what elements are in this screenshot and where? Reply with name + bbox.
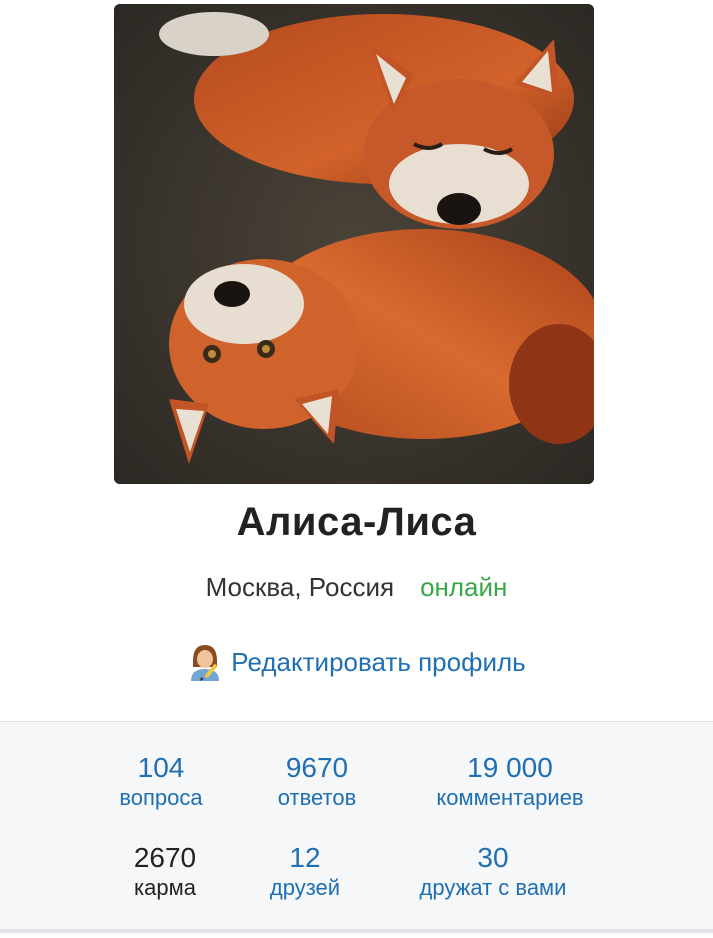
edit-profile-label: Редактировать профиль <box>231 646 526 677</box>
stat-questions[interactable]: 104 вопроса <box>108 752 214 812</box>
stat-label: комментариев <box>436 785 584 810</box>
profile-photo[interactable] <box>114 4 594 484</box>
profile-location: Москва, Россия <box>205 572 395 602</box>
woman-with-pencil-icon <box>187 641 223 681</box>
stat-label: карма <box>134 875 196 900</box>
stat-label: вопроса <box>119 785 203 810</box>
stat-value: 12 <box>289 842 321 873</box>
stat-label: друзей <box>269 875 341 900</box>
stat-comments[interactable]: 19 000 комментариев <box>414 752 606 812</box>
online-status: онлайн <box>420 572 508 602</box>
stat-value: 19 000 <box>467 752 553 783</box>
edit-profile-link[interactable]: Редактировать профиль <box>0 644 713 684</box>
stat-value: 2670 <box>133 842 197 873</box>
stat-answers[interactable]: 9670 ответов <box>262 752 372 812</box>
stat-karma: 2670 карма <box>112 842 218 902</box>
stat-followers[interactable]: 30 дружат с вами <box>398 842 588 902</box>
stat-label: дружат с вами <box>419 875 567 900</box>
stat-value: 9670 <box>285 752 349 783</box>
stat-friends[interactable]: 12 друзей <box>252 842 358 902</box>
stat-value: 104 <box>137 752 185 783</box>
stat-label: ответов <box>277 785 357 810</box>
stat-value: 30 <box>477 842 509 873</box>
stats-panel: 104 вопроса 9670 ответов 19 000 коммента… <box>0 721 713 933</box>
profile-meta: Москва, Россия онлайн <box>0 572 713 603</box>
profile-name: Алиса-Лиса <box>236 500 477 544</box>
